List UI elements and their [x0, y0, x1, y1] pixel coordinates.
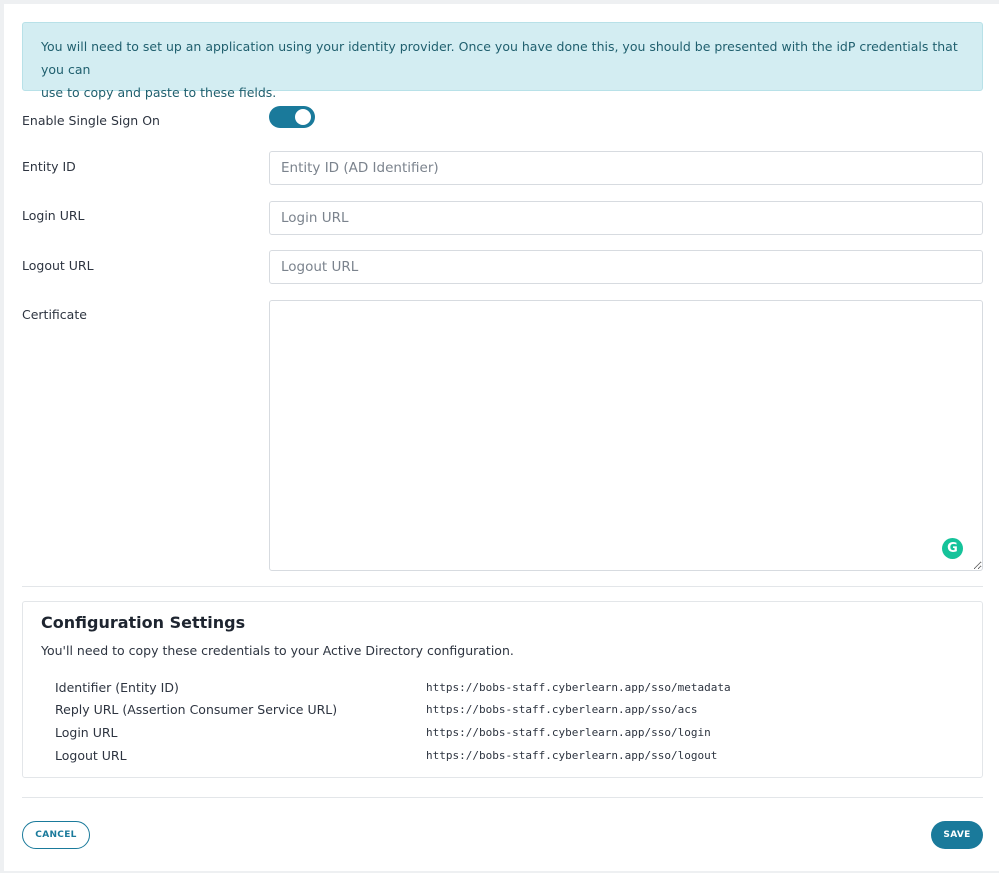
config-row-value: https://bobs-staff.cyberlearn.app/sso/lo… [426, 749, 718, 762]
info-notice-line-2: use to copy and paste to these fields. [41, 85, 277, 100]
certificate-textarea[interactable] [269, 300, 983, 571]
config-row-label: Logout URL [55, 748, 127, 763]
section-divider [22, 586, 983, 587]
config-row-value: https://bobs-staff.cyberlearn.app/sso/ac… [426, 703, 698, 716]
sso-toggle-label: Enable Single Sign On [22, 113, 160, 128]
login-url-label: Login URL [22, 208, 85, 223]
entity-id-input[interactable] [269, 151, 983, 185]
logout-url-input[interactable] [269, 250, 983, 284]
logout-url-label: Logout URL [22, 258, 94, 273]
config-row-value: https://bobs-staff.cyberlearn.app/sso/lo… [426, 726, 711, 739]
save-button[interactable]: SAVE [931, 821, 983, 849]
config-row-value: https://bobs-staff.cyberlearn.app/sso/me… [426, 681, 731, 694]
sso-settings-panel: You will need to set up an application u… [4, 4, 999, 871]
grammarly-icon[interactable]: G [942, 538, 963, 559]
config-title: Configuration Settings [41, 613, 246, 632]
info-notice: You will need to set up an application u… [22, 22, 983, 100]
config-row: Reply URL (Assertion Consumer Service UR… [55, 702, 955, 722]
login-url-input[interactable] [269, 201, 983, 235]
cancel-button[interactable]: CANCEL [22, 821, 90, 849]
certificate-label: Certificate [22, 307, 87, 322]
config-description: You'll need to copy these credentials to… [41, 643, 514, 658]
toggle-knob [295, 109, 311, 125]
config-row-label: Identifier (Entity ID) [55, 680, 179, 695]
config-row-label: Login URL [55, 725, 118, 740]
config-row: Logout URL https://bobs-staff.cyberlearn… [55, 748, 955, 768]
config-row: Login URL https://bobs-staff.cyberlearn.… [55, 725, 955, 745]
config-row-label: Reply URL (Assertion Consumer Service UR… [55, 702, 338, 717]
info-notice-line-1: You will need to set up an application u… [41, 39, 958, 77]
configuration-settings-card: Configuration Settings You'll need to co… [22, 601, 983, 778]
entity-id-label: Entity ID [22, 159, 76, 174]
footer-divider [22, 797, 983, 798]
config-row: Identifier (Entity ID) https://bobs-staf… [55, 680, 955, 700]
sso-toggle[interactable] [269, 106, 315, 128]
